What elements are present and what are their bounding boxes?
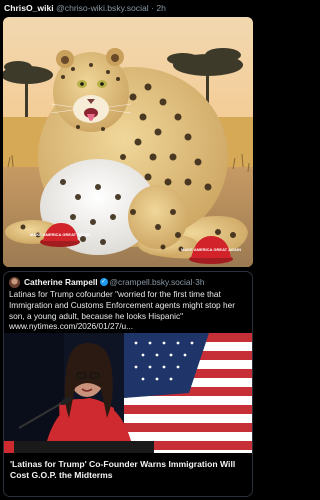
author-handle[interactable]: @chriso-wiki.bsky.social	[56, 3, 149, 13]
quoted-post-text: Latinas for Trump cofounder "worried for…	[9, 289, 249, 332]
quoted-post-age[interactable]: 3h	[195, 276, 204, 288]
hat-text-right: MAKE AMERICA GREAT AGAIN	[181, 247, 241, 252]
post-header: ChrisO_wiki @chriso-wiki.bsky.social · 2…	[4, 2, 254, 14]
quoted-author-handle[interactable]: @crampell.bsky.social	[110, 276, 193, 288]
link-url[interactable]: www.nytimes.com/2026/01/27/u...	[9, 321, 133, 331]
news-photo	[4, 333, 252, 453]
link-card-image[interactable]	[4, 333, 252, 453]
quoted-post-body: Latinas for Trump cofounder "worried for…	[9, 289, 235, 321]
quoted-post[interactable]: Catherine Rampell ✓ @crampell.bsky.socia…	[3, 271, 253, 497]
leopard-illustration: MAKE AMERICA GREAT AGAIN MAKE AMERICA GR…	[3, 17, 253, 267]
verified-icon: ✓	[99, 278, 108, 286]
separator: ·	[151, 3, 154, 13]
author-name[interactable]: ChrisO_wiki	[4, 3, 54, 13]
flag-graphic	[124, 333, 252, 453]
avatar[interactable]	[9, 276, 20, 288]
post-age[interactable]: 2h	[156, 3, 166, 13]
link-card-title[interactable]: 'Latinas for Trump' Co-Founder Warns Imm…	[10, 459, 246, 481]
quoted-author-name[interactable]: Catherine Rampell	[24, 276, 98, 288]
quoted-post-header: Catherine Rampell ✓ @crampell.bsky.socia…	[9, 276, 249, 288]
post-image[interactable]: MAKE AMERICA GREAT AGAIN MAKE AMERICA GR…	[3, 17, 253, 267]
hat-text-left: MAKE AMERICA GREAT AGAIN	[30, 232, 90, 237]
